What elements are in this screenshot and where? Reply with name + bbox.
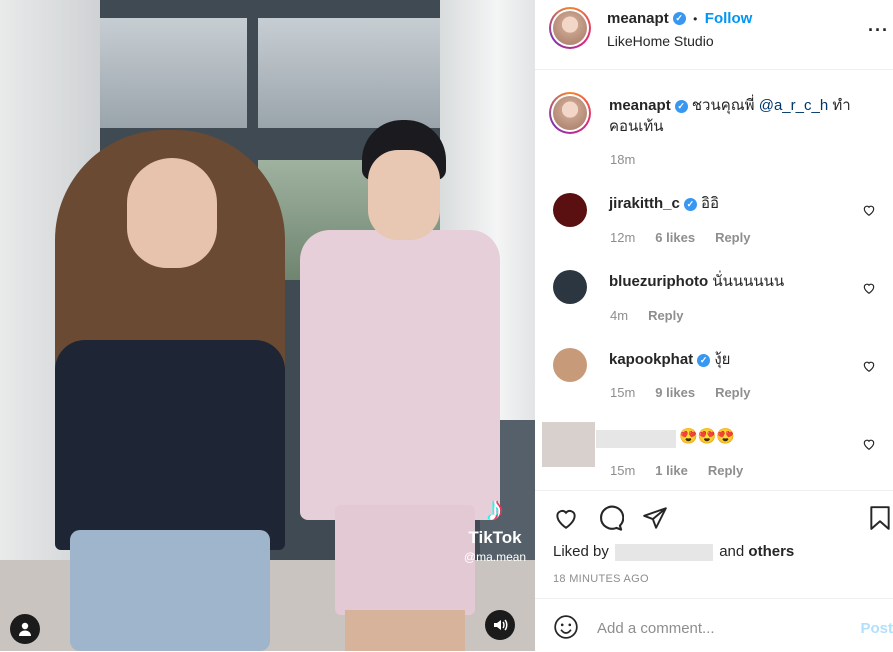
like-comment-icon[interactable] — [862, 437, 876, 451]
verified-icon: ✓ — [683, 197, 697, 211]
reply-button[interactable]: Reply — [715, 385, 750, 400]
comment-likes[interactable]: 6 likes — [655, 230, 695, 245]
comment-likes[interactable]: 9 likes — [655, 385, 695, 400]
author-avatar[interactable] — [549, 7, 591, 49]
likes-summary: Liked by and others — [553, 543, 794, 561]
comment-body: jirakitth_c ✓ อิอิ — [609, 193, 719, 214]
comment-time[interactable]: 15m — [610, 463, 635, 478]
comment-text: อิอิ — [701, 195, 720, 212]
person-right — [300, 120, 500, 651]
author-line: meanapt ✓ • Follow — [607, 10, 752, 28]
comment-username[interactable]: kapookphat — [609, 351, 693, 368]
window-pane — [258, 18, 448, 128]
bookmark-icon[interactable] — [867, 504, 893, 532]
comment-body: kapookphat ✓ งุ้ย — [609, 349, 730, 370]
verified-icon: ✓ — [674, 99, 688, 113]
emoji-icon[interactable] — [553, 614, 579, 640]
author-username[interactable]: meanapt — [607, 10, 669, 27]
comment-username[interactable]: jirakitth_c — [609, 195, 680, 212]
caption: meanapt ✓ ชวนคุณพี่ @a_r_c_h ทำคอนเท้น — [609, 95, 869, 137]
caption-mention[interactable]: @a_r_c_h — [759, 97, 828, 114]
comment-time[interactable]: 15m — [610, 385, 635, 400]
add-comment-bar: Add a comment... Post — [535, 598, 893, 652]
comment-avatar[interactable] — [553, 348, 587, 382]
caption-username[interactable]: meanapt — [609, 97, 671, 114]
redacted-username — [596, 430, 676, 448]
comment-text: 😍😍😍 — [679, 428, 736, 445]
location-link[interactable]: LikeHome Studio — [607, 33, 714, 49]
comment-time[interactable]: 12m — [610, 230, 635, 245]
comment-input[interactable]: Add a comment... — [597, 620, 715, 637]
post-actions: Liked by and others 18 MINUTES AGO — [535, 490, 893, 598]
separator-dot: • — [693, 12, 698, 26]
tiktok-logo-icon: ♪ — [486, 490, 504, 528]
share-icon[interactable] — [641, 505, 669, 531]
verified-icon: ✓ — [672, 12, 686, 26]
others-link[interactable]: others — [748, 543, 794, 560]
follow-button[interactable]: Follow — [705, 10, 753, 27]
comment-meta: 4m Reply — [610, 308, 683, 323]
comment-body: bluezuriphoto นั่นนนนนน — [609, 271, 784, 292]
comment-username[interactable]: bluezuriphoto — [609, 273, 708, 290]
speaker-icon — [494, 619, 508, 631]
post-comment-button[interactable]: Post — [860, 620, 893, 637]
sound-toggle-button[interactable] — [485, 610, 515, 640]
like-icon[interactable] — [552, 505, 580, 531]
more-options-icon[interactable]: ··· — [868, 20, 889, 41]
person-left — [55, 130, 285, 651]
comment-meta: 15m 1 like Reply — [610, 463, 743, 478]
window-pane — [82, 18, 247, 128]
tagged-user-button[interactable] — [10, 614, 40, 644]
comment-avatar[interactable] — [553, 193, 587, 227]
caption-avatar[interactable] — [549, 92, 591, 134]
reply-button[interactable]: Reply — [648, 308, 683, 323]
tiktok-handle: @ma.mean — [463, 550, 527, 564]
caption-time[interactable]: 18m — [610, 152, 635, 167]
and-label: and — [719, 543, 745, 560]
comment-avatar[interactable] — [553, 270, 587, 304]
post-timestamp[interactable]: 18 MINUTES AGO — [553, 573, 649, 585]
comment-meta: 15m 9 likes Reply — [610, 385, 750, 400]
reply-button[interactable]: Reply — [708, 463, 743, 478]
liked-by-label: Liked by — [553, 543, 609, 560]
reply-button[interactable]: Reply — [715, 230, 750, 245]
tiktok-brand: TikTok — [468, 528, 522, 547]
comment-text: งุ้ย — [714, 351, 731, 368]
comment-likes[interactable]: 1 like — [655, 463, 688, 478]
user-icon — [19, 622, 31, 636]
comment-text: นั่นนนนนน — [712, 273, 785, 290]
redacted-liker[interactable] — [615, 543, 714, 561]
comment-time[interactable]: 4m — [610, 308, 628, 323]
tiktok-watermark: ♪ TikTok @ma.mean — [462, 492, 528, 564]
post-media[interactable]: ♪ TikTok @ma.mean — [0, 0, 535, 651]
redacted-avatar[interactable] — [542, 422, 595, 467]
like-comment-icon[interactable] — [862, 359, 876, 373]
like-comment-icon[interactable] — [862, 281, 876, 295]
comments-list: meanapt ✓ ชวนคุณพี่ @a_r_c_h ทำคอนเท้น 18… — [535, 70, 893, 490]
comment-meta: 12m 6 likes Reply — [610, 230, 750, 245]
post-sidebar: meanapt ✓ • Follow LikeHome Studio ··· me… — [535, 0, 893, 651]
post-header: meanapt ✓ • Follow LikeHome Studio ··· — [535, 0, 893, 70]
comment-icon[interactable] — [596, 504, 624, 532]
verified-icon: ✓ — [697, 353, 711, 367]
like-comment-icon[interactable] — [862, 203, 876, 217]
caption-text-before: ชวนคุณพี่ — [691, 97, 759, 114]
